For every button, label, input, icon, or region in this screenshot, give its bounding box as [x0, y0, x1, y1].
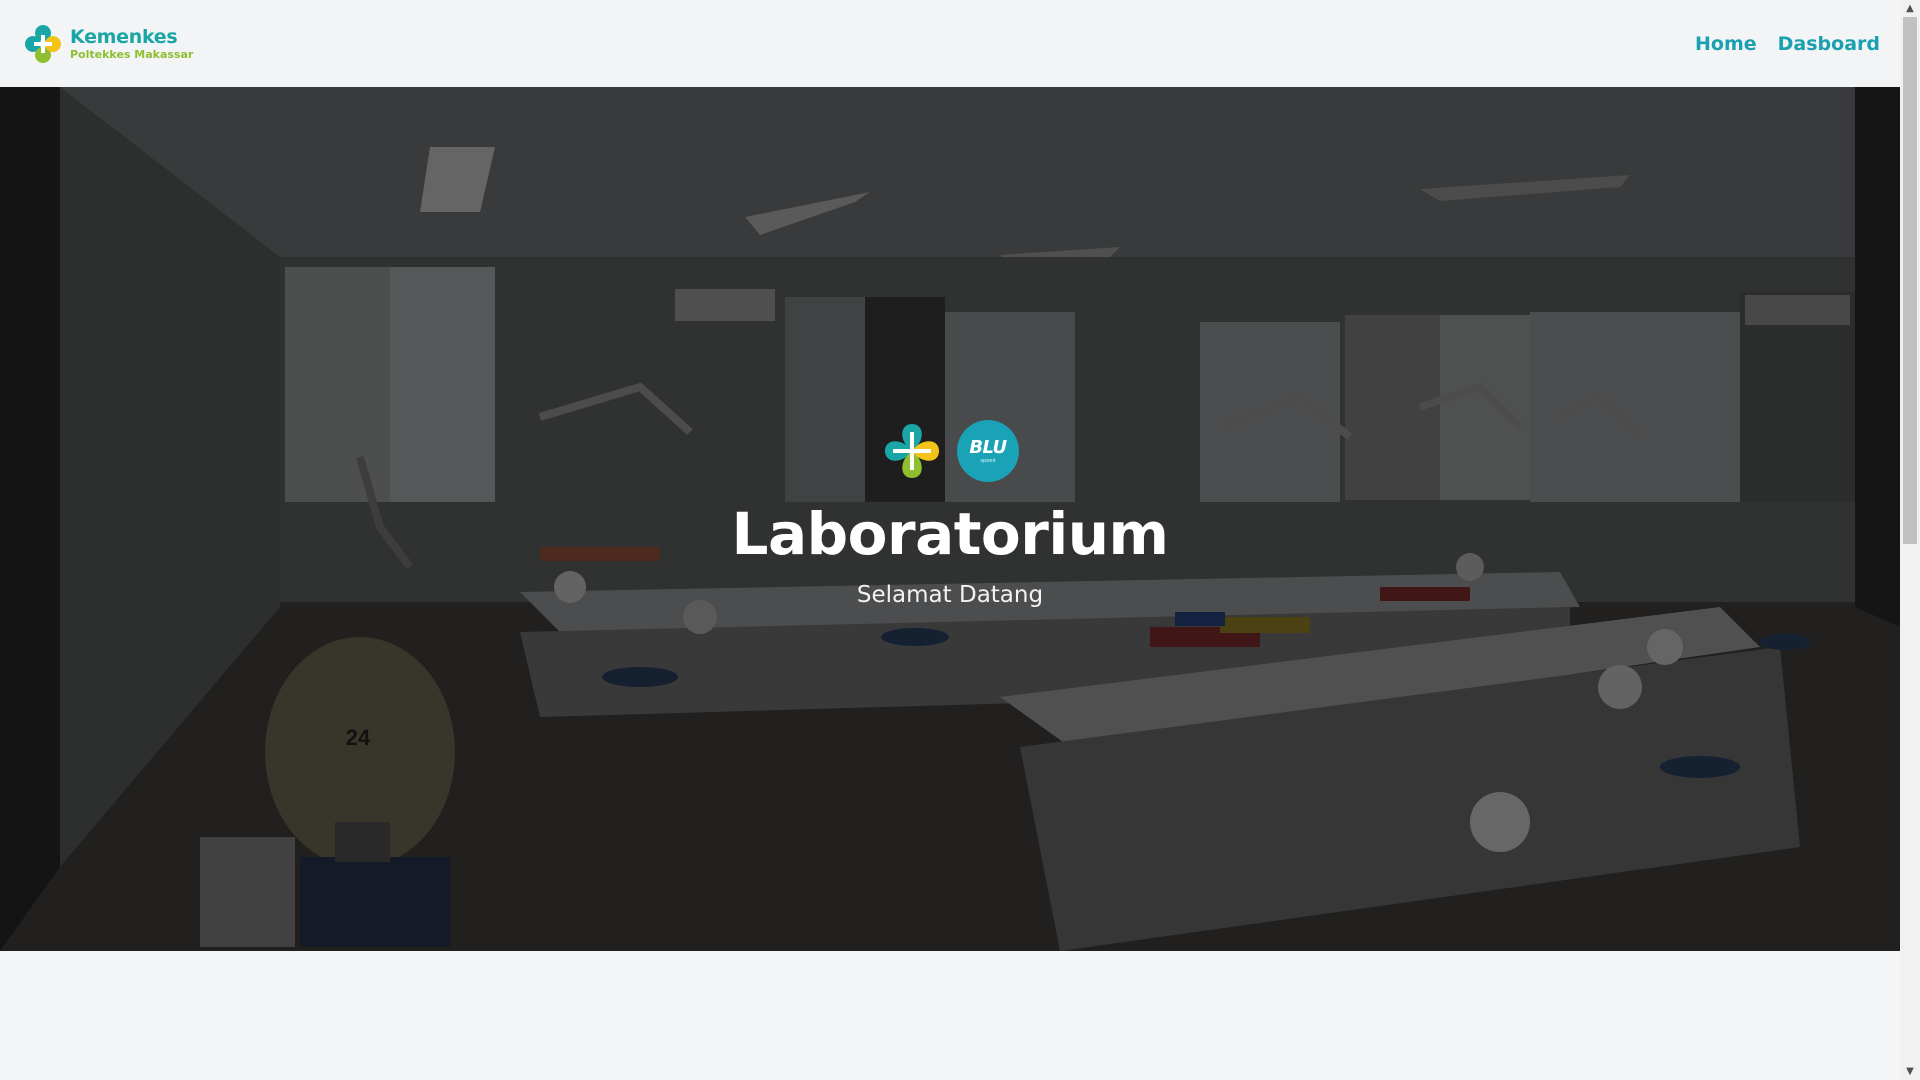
page: Kemenkes Poltekkes Makassar Home Dasboar… — [0, 0, 1900, 1080]
scroll-up-arrow-icon[interactable]: ▲ — [1900, 0, 1920, 17]
hero-logos: BLU speed — [881, 420, 1019, 482]
brand-subtitle: Poltekkes Makassar — [70, 47, 194, 61]
blu-logo-text: BLU — [969, 436, 1007, 458]
navbar: Kemenkes Poltekkes Makassar Home Dasboar… — [0, 0, 1900, 87]
kemenkes-logo-icon — [25, 24, 61, 63]
hero-title: Laboratorium — [731, 500, 1170, 568]
nav-home-link[interactable]: Home — [1695, 33, 1757, 55]
brand-logo-link[interactable]: Kemenkes Poltekkes Makassar — [20, 21, 193, 67]
blu-logo-icon: BLU speed — [957, 420, 1019, 482]
hero-content: BLU speed Laboratorium Selamat Datang — [0, 87, 1900, 951]
hero-banner: 24 BLU speed Laboratorium Selamat Datang — [0, 87, 1900, 951]
brand-title: Kemenkes — [70, 25, 178, 48]
blu-logo-subtext: speed — [980, 457, 996, 464]
vertical-scrollbar[interactable]: ▲ ▼ — [1900, 0, 1920, 1080]
main-nav: Home Dasboard — [1695, 33, 1880, 55]
hero-subtitle: Selamat Datang — [856, 582, 1044, 608]
brand-text: Kemenkes Poltekkes Makassar — [70, 25, 194, 61]
scrollbar-thumb[interactable] — [1903, 17, 1917, 544]
kemenkes-emblem-icon — [885, 424, 939, 478]
nav-dashboard-link[interactable]: Dasboard — [1778, 33, 1880, 55]
scroll-down-arrow-icon[interactable]: ▼ — [1900, 1063, 1920, 1080]
